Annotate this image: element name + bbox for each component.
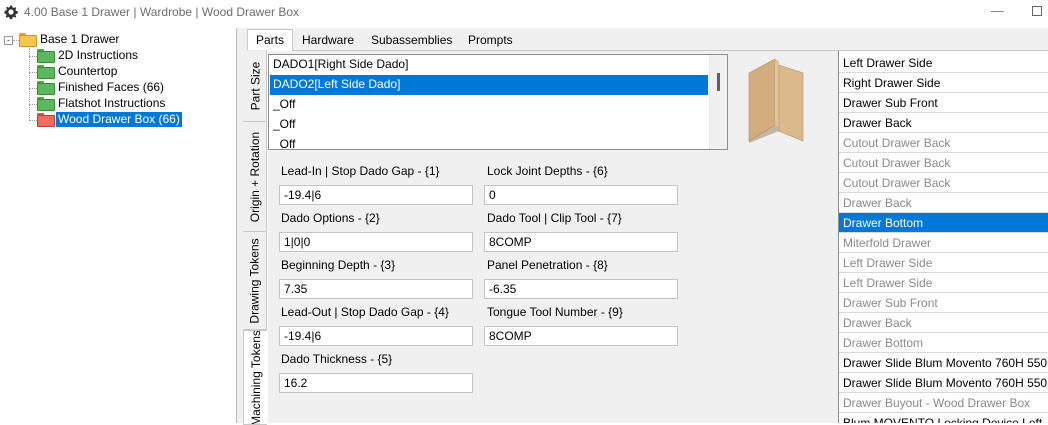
tab-parts[interactable]: Parts xyxy=(247,29,294,52)
part-list-item[interactable]: Left Drawer Side xyxy=(839,53,1048,73)
part-list-item[interactable]: Drawer Bottom xyxy=(839,213,1048,233)
tree-node-label: Countertop xyxy=(58,63,118,78)
window-title: 4.00 Base 1 Drawer | Wardrobe | Wood Dra… xyxy=(24,5,300,19)
folder-icon xyxy=(37,81,55,95)
machining-token-list[interactable]: DADO1[Right Side Dado] DADO2[Left Side D… xyxy=(268,54,728,150)
list-item[interactable]: _Off xyxy=(270,135,708,149)
lead-in-input[interactable]: -19.4|6 xyxy=(279,185,473,205)
part-list-item[interactable]: Drawer Bottom xyxy=(839,333,1048,353)
scrollbar-thumb[interactable] xyxy=(717,73,720,91)
lead-out-label: Lead-Out | Stop Dado Gap - {4} xyxy=(281,305,449,319)
part-list-item[interactable]: Drawer Slide Blum Movento 760H 550mm xyxy=(839,353,1048,373)
maximize-button[interactable] xyxy=(1032,6,1042,16)
tree-node-base-1-drawer[interactable]: Base 1 Drawer xyxy=(19,31,121,47)
part-list-item[interactable]: Left Drawer Side xyxy=(839,273,1048,293)
tree-node-2d-instructions[interactable]: 2D Instructions xyxy=(37,47,140,63)
part-preview-image xyxy=(748,58,804,143)
tree-connector xyxy=(29,120,37,121)
part-list-item[interactable]: Drawer Back xyxy=(839,113,1048,133)
vertical-tab-strip: Part Size Origin + Rotation Drawing Toke… xyxy=(243,50,267,425)
folder-icon xyxy=(37,97,55,111)
tree-connector xyxy=(29,56,37,57)
panel-penetration-input[interactable]: -6.35 xyxy=(484,279,678,299)
tree-node-label: Flatshot Instructions xyxy=(58,95,166,110)
tree-node-label: 2D Instructions xyxy=(58,47,139,62)
part-list-item[interactable]: Drawer Sub Front xyxy=(839,293,1048,313)
tree-collapse-toggle[interactable]: - xyxy=(4,36,13,45)
minimize-button[interactable]: — xyxy=(986,2,1008,22)
tab-label: Part Size xyxy=(248,61,262,110)
beginning-depth-label: Beginning Depth - {3} xyxy=(281,258,396,272)
tab-label: Origin + Rotation xyxy=(248,131,263,222)
part-list-item[interactable]: Drawer Back xyxy=(839,193,1048,213)
part-list-item[interactable]: Drawer Slide Blum Movento 760H 550mm xyxy=(839,373,1048,393)
tree-node-countertop[interactable]: Countertop xyxy=(37,63,119,79)
folder-icon xyxy=(37,65,55,79)
tree-node-flatshot-instructions[interactable]: Flatshot Instructions xyxy=(37,95,167,111)
gear-icon[interactable] xyxy=(3,4,19,20)
dado-options-input[interactable]: 1|0|0 xyxy=(279,232,473,252)
tab-drawing-tokens[interactable]: Drawing Tokens xyxy=(243,232,267,330)
list-item[interactable]: _Off xyxy=(270,95,708,115)
parts-list[interactable]: Left Drawer Side Right Drawer Side Drawe… xyxy=(838,51,1048,423)
dado-tool-label: Dado Tool | Clip Tool - {7} xyxy=(487,211,622,225)
part-list-item[interactable]: Cutout Drawer Back xyxy=(839,153,1048,173)
part-list-item[interactable]: Left Drawer Side xyxy=(839,253,1048,273)
part-list-item[interactable]: Drawer Buyout - Wood Drawer Box xyxy=(839,393,1048,413)
tab-machining-tokens[interactable]: Machining Tokens xyxy=(243,330,267,425)
dado-options-label: Dado Options - {2} xyxy=(281,211,380,225)
tongue-tool-label: Tongue Tool Number - {9} xyxy=(487,305,623,319)
lead-out-input[interactable]: -19.4|6 xyxy=(279,326,473,346)
tree-node-label: Finished Faces (66) xyxy=(58,79,165,94)
tree-node-wood-drawer-box[interactable]: Wood Drawer Box (66) xyxy=(37,111,182,127)
tree-node-label: Wood Drawer Box (66) xyxy=(56,111,182,127)
tab-origin-rotation[interactable]: Origin + Rotation xyxy=(243,122,267,232)
tab-hardware[interactable]: Hardware xyxy=(294,31,362,51)
part-list-item[interactable]: Cutout Drawer Back xyxy=(839,173,1048,193)
tree-node-finished-faces[interactable]: Finished Faces (66) xyxy=(37,79,166,95)
tab-prompts[interactable]: Prompts xyxy=(460,31,521,51)
tab-subassemblies[interactable]: Subassemblies xyxy=(363,31,460,51)
folder-icon xyxy=(37,113,55,127)
dado-thickness-input[interactable]: 16.2 xyxy=(279,373,473,393)
part-list-item[interactable]: Right Drawer Side xyxy=(839,73,1048,93)
tab-label: Drawing Tokens xyxy=(248,237,262,324)
title-bar: 4.00 Base 1 Drawer | Wardrobe | Wood Dra… xyxy=(0,0,1048,26)
panel-penetration-label: Panel Penetration - {8} xyxy=(487,258,608,272)
folder-icon xyxy=(19,33,37,47)
list-scrollbar[interactable] xyxy=(709,55,727,149)
list-item[interactable]: DADO1[Right Side Dado] xyxy=(270,55,708,75)
tree-connector xyxy=(29,72,37,73)
list-item[interactable]: _Off xyxy=(270,115,708,135)
tree-connector xyxy=(29,48,30,120)
beginning-depth-input[interactable]: 7.35 xyxy=(279,279,473,299)
part-list-item[interactable]: Drawer Sub Front xyxy=(839,93,1048,113)
tab-label: Machining Tokens xyxy=(248,330,263,425)
lock-joint-label: Lock Joint Depths - {6} xyxy=(487,164,608,178)
lead-in-label: Lead-In | Stop Dado Gap - {1} xyxy=(281,164,440,178)
tree-connector xyxy=(29,88,37,89)
folder-icon xyxy=(37,49,55,63)
tree-connector xyxy=(29,104,37,105)
dado-tool-input[interactable]: 8COMP xyxy=(484,232,678,252)
tab-strip: Parts Hardware Subassemblies Prompts xyxy=(243,28,1048,52)
tongue-tool-input[interactable]: 8COMP xyxy=(484,326,678,346)
lock-joint-input[interactable]: 0 xyxy=(484,185,678,205)
tab-part-size[interactable]: Part Size xyxy=(243,50,267,122)
part-list-item[interactable]: Blum MOVENTO Locking Device Left xyxy=(839,413,1048,423)
part-list-item[interactable]: Drawer Back xyxy=(839,313,1048,333)
tree-node-label: Base 1 Drawer xyxy=(40,31,120,46)
part-list-item[interactable]: Miterfold Drawer xyxy=(839,233,1048,253)
list-item[interactable]: DADO2[Left Side Dado] xyxy=(270,75,708,95)
part-list-item[interactable]: Cutout Drawer Back xyxy=(839,133,1048,153)
dado-thickness-label: Dado Thickness - {5} xyxy=(281,352,393,366)
